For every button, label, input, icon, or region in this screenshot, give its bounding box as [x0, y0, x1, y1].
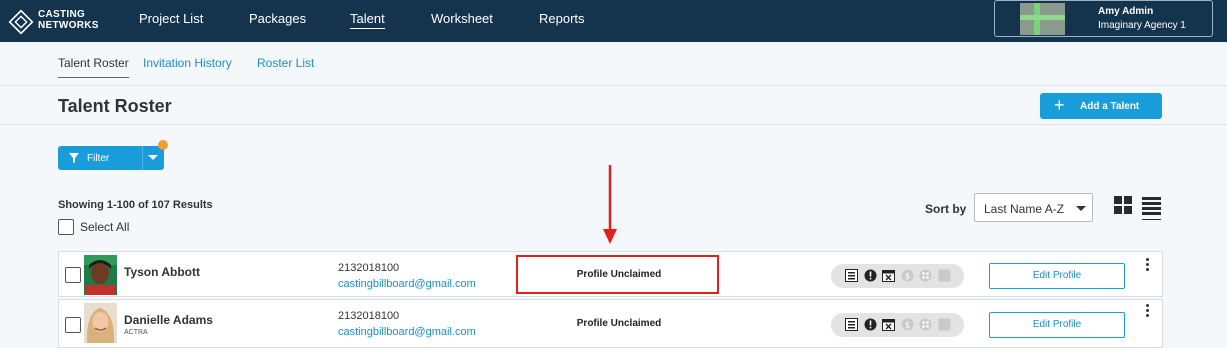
talent-email[interactable]: castingbillboard@gmail.com: [338, 278, 476, 290]
alert-icon[interactable]: [864, 318, 877, 331]
tab-talent-roster[interactable]: Talent Roster: [58, 56, 129, 78]
funnel-icon: [69, 153, 79, 163]
casting-networks-logo[interactable]: CASTING NETWORKS: [8, 7, 108, 35]
more-options-icon[interactable]: [1145, 304, 1151, 318]
talent-phone: 2132018100: [338, 262, 400, 274]
tab-roster-list[interactable]: Roster List: [257, 56, 314, 70]
plus-icon: +: [1054, 95, 1065, 115]
payment-icon[interactable]: $: [901, 269, 914, 282]
nav-packages[interactable]: Packages: [249, 0, 306, 42]
logo-text: CASTING NETWORKS: [38, 9, 99, 31]
select-all[interactable]: Select All: [58, 218, 178, 235]
filter-indicator-badge: [158, 140, 168, 150]
chevron-down-icon: [1076, 206, 1086, 211]
nav-label: Worksheet: [431, 11, 493, 26]
profile-status: Profile Unclaimed: [576, 318, 662, 329]
row-checkbox[interactable]: [65, 267, 81, 283]
talent-union: ACTRA: [124, 329, 148, 336]
talent-photo: [84, 303, 117, 343]
payment-icon[interactable]: $: [901, 318, 914, 331]
resume-icon[interactable]: [845, 318, 858, 331]
calendar-icon[interactable]: [882, 318, 895, 331]
nav-project-list[interactable]: Project List: [139, 0, 203, 42]
talent-photo: [84, 255, 117, 295]
page-header: Talent Roster + Add a Talent: [0, 87, 1227, 125]
nav-reports[interactable]: Reports: [539, 0, 585, 42]
annotation-arrow: [603, 165, 617, 244]
sub-navigation: Talent Roster Invitation History Roster …: [0, 42, 1227, 86]
talent-email[interactable]: castingbillboard@gmail.com: [338, 326, 476, 338]
user-agency: Imaginary Agency 1: [1098, 20, 1186, 31]
edit-profile-button[interactable]: Edit Profile: [989, 263, 1125, 289]
talent-actions-icons: $: [831, 264, 964, 288]
nav-talent[interactable]: Talent: [350, 0, 385, 42]
sort-value: Last Name A-Z: [984, 202, 1065, 216]
nav-label: Packages: [249, 11, 307, 26]
page-title: Talent Roster: [58, 96, 172, 116]
talent-actions-icons: $: [831, 313, 964, 337]
media-icon[interactable]: [938, 269, 951, 282]
user-menu[interactable]: Amy Admin Imaginary Agency 1: [994, 0, 1213, 37]
logo-line-2: NETWORKS: [38, 20, 99, 31]
alert-icon[interactable]: [864, 269, 877, 282]
user-name: Amy Admin: [1098, 6, 1154, 17]
nav-worksheet[interactable]: Worksheet: [431, 0, 493, 42]
svg-text:$: $: [905, 272, 911, 282]
filter-divider: [142, 146, 143, 170]
filter-label: Filter: [87, 153, 110, 164]
logo-line-1: CASTING: [38, 9, 86, 20]
add-talent-button[interactable]: + Add a Talent: [1040, 93, 1162, 119]
logo-icon: [8, 9, 34, 35]
tab-invitation-history[interactable]: Invitation History: [143, 56, 232, 70]
filter-button[interactable]: Filter: [58, 146, 164, 170]
row-checkbox[interactable]: [65, 317, 81, 333]
grid-view-icon[interactable]: [1114, 196, 1133, 215]
list-view-icon[interactable]: [1142, 196, 1161, 221]
agency-avatar: [1020, 3, 1065, 35]
nav-label: Project List: [139, 11, 204, 26]
talent-phone: 2132018100: [338, 310, 400, 322]
talent-name[interactable]: Danielle Adams: [124, 313, 213, 327]
media-icon[interactable]: [938, 318, 951, 331]
top-navigation-bar: CASTING NETWORKS Project List Packages T…: [0, 0, 1227, 42]
sort-select[interactable]: Last Name A-Z: [974, 193, 1093, 222]
calendar-icon[interactable]: [882, 269, 895, 282]
results-count: Showing 1-100 of 107 Results: [58, 199, 213, 211]
sort-label: Sort by: [925, 202, 967, 216]
select-all-checkbox[interactable]: [58, 219, 74, 235]
film-reel-icon[interactable]: [919, 318, 932, 331]
edit-profile-button[interactable]: Edit Profile: [989, 312, 1125, 338]
annotation-highlight-box: [516, 255, 719, 294]
add-talent-label: Add a Talent: [1080, 101, 1140, 112]
chevron-down-icon[interactable]: [148, 155, 158, 160]
film-reel-icon[interactable]: [919, 269, 932, 282]
more-options-icon[interactable]: [1145, 258, 1151, 272]
talent-row[interactable]: Danielle Adams ACTRA 2132018100 castingb…: [58, 299, 1163, 348]
nav-label: Reports: [539, 11, 585, 26]
nav-label: Talent: [350, 11, 385, 29]
resume-icon[interactable]: [845, 269, 858, 282]
talent-name[interactable]: Tyson Abbott: [124, 265, 200, 279]
svg-text:$: $: [905, 321, 911, 331]
select-all-label: Select All: [80, 220, 130, 234]
